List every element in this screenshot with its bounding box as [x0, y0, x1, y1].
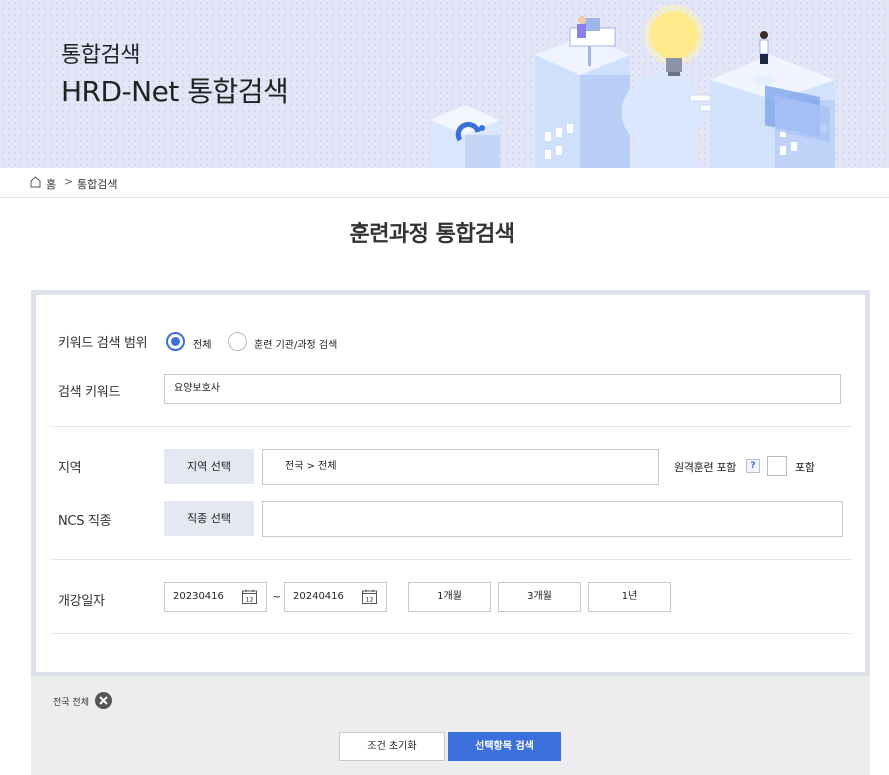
- scope-radio-institution[interactable]: [228, 332, 247, 351]
- help-icon[interactable]: ?: [746, 459, 760, 473]
- breadcrumb-home[interactable]: 홈: [46, 176, 56, 192]
- banner-title: HRD-Net 통합검색: [61, 75, 289, 108]
- remote-include-label[interactable]: 포함: [795, 459, 815, 475]
- start-date-value: 20230416: [173, 591, 224, 602]
- breadcrumb: 홈 > 통합검색: [0, 168, 889, 198]
- calendar-icon[interactable]: 12: [362, 589, 377, 604]
- region-label: 지역: [58, 461, 82, 476]
- end-date-value: 20240416: [293, 591, 344, 602]
- date-range-tilde: ~: [272, 590, 281, 603]
- calendar-day: 12: [245, 596, 253, 604]
- calendar-icon[interactable]: 12: [242, 589, 257, 604]
- period-1year-button[interactable]: 1년: [588, 582, 671, 612]
- period-3month-button[interactable]: 3개월: [498, 582, 581, 612]
- start-date-label: 개강일자: [58, 594, 105, 609]
- remote-include-checkbox[interactable]: [767, 456, 787, 476]
- region-value-field[interactable]: 전국 > 전체: [262, 449, 659, 485]
- scope-radio-institution-label[interactable]: 훈련 기관/과정 검색: [254, 336, 337, 351]
- search-button[interactable]: 선택항목 검색: [448, 732, 561, 761]
- page-title: 훈련과정 통합검색: [349, 222, 515, 247]
- remote-training-label: 원격훈련 포함: [674, 461, 737, 474]
- breadcrumb-separator: >: [64, 175, 74, 188]
- reset-button[interactable]: 조건 초기화: [339, 732, 445, 761]
- home-icon[interactable]: [30, 176, 41, 188]
- end-date-input[interactable]: 20240416 12: [284, 582, 387, 612]
- calendar-day: 12: [365, 596, 373, 604]
- job-select-button[interactable]: 직종 선택: [164, 501, 254, 536]
- keyword-scope-label: 키워드 검색 범위: [58, 336, 148, 351]
- ncs-value-field[interactable]: [262, 501, 843, 537]
- banner-illustration: [430, 5, 835, 168]
- selected-tag-label: 전국 전체: [53, 698, 89, 708]
- divider: [50, 633, 852, 634]
- start-date-input[interactable]: 20230416 12: [164, 582, 267, 612]
- keyword-input[interactable]: 요양보호사: [164, 374, 841, 404]
- close-icon[interactable]: [95, 692, 112, 709]
- ncs-label: NCS 직종: [58, 514, 112, 529]
- scope-radio-all-label[interactable]: 전체: [193, 336, 211, 351]
- breadcrumb-current: 통합검색: [77, 178, 118, 191]
- period-1month-button[interactable]: 1개월: [408, 582, 491, 612]
- region-select-button[interactable]: 지역 선택: [164, 449, 254, 484]
- page-banner: 통합검색 HRD-Net 통합검색: [0, 0, 889, 168]
- divider: [50, 426, 852, 427]
- banner-subtitle: 통합검색: [61, 43, 140, 68]
- divider: [50, 559, 852, 560]
- scope-radio-all[interactable]: [166, 332, 185, 351]
- keyword-label: 검색 키워드: [58, 385, 121, 400]
